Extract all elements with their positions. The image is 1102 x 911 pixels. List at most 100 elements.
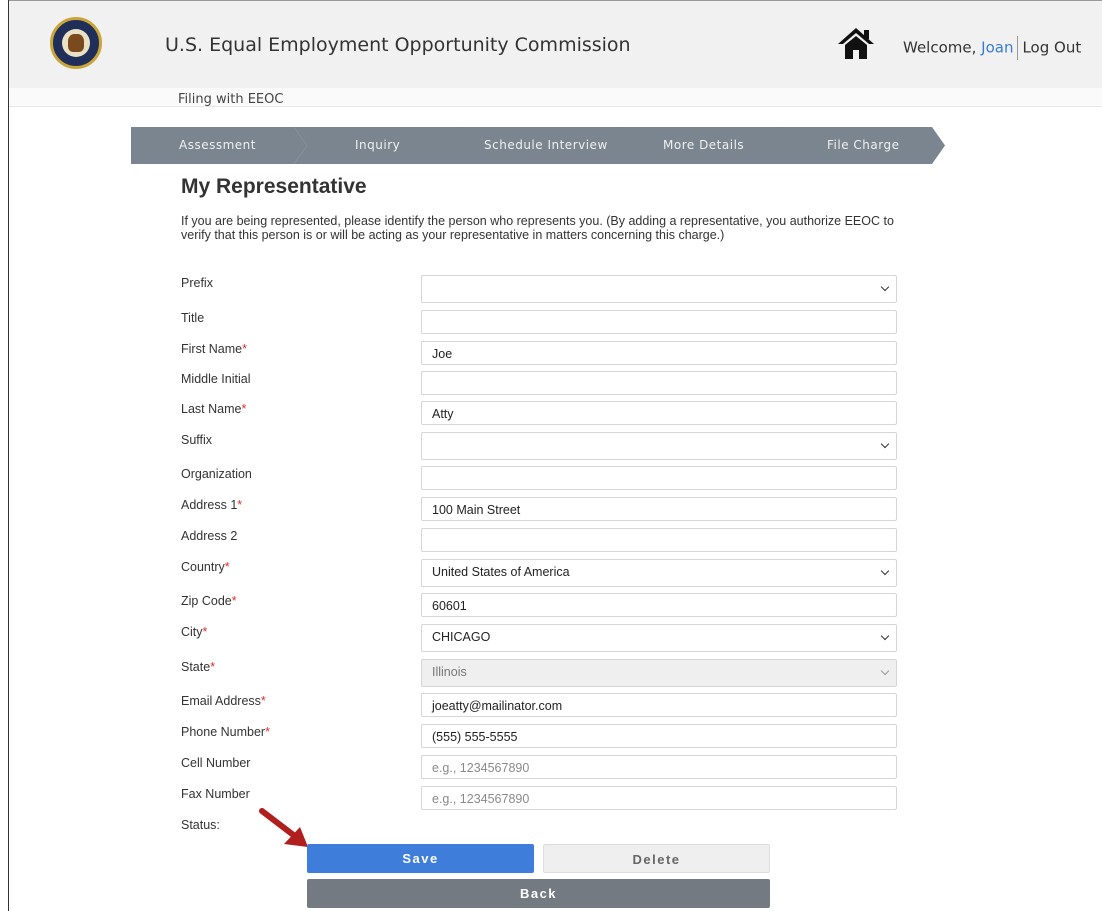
state-value: Illinois xyxy=(432,665,467,679)
fax-input[interactable]: e.g., 1234567890 xyxy=(421,786,897,810)
state-select: Illinois xyxy=(421,659,897,687)
first-name-label-text: First Name xyxy=(181,342,243,356)
step-label: More Details xyxy=(663,138,745,152)
fax-placeholder: e.g., 1234567890 xyxy=(432,792,530,806)
required-marker: * xyxy=(242,342,247,356)
middle-initial-row: Middle Initial xyxy=(0,370,1102,398)
title-input[interactable] xyxy=(421,310,897,334)
status-row: Status: xyxy=(0,816,1102,844)
last-name-label-text: Last Name xyxy=(181,402,242,416)
back-button[interactable]: Back xyxy=(307,879,770,908)
welcome-text: Welcome, xyxy=(903,38,982,57)
phone-row: Phone Number* (555) 555-5555 xyxy=(0,723,1102,751)
first-name-input[interactable]: Joe xyxy=(421,341,897,365)
phone-label-text: Phone Number xyxy=(181,725,266,739)
address2-label: Address 2 xyxy=(181,529,238,543)
fax-label: Fax Number xyxy=(181,787,250,801)
suffix-label: Suffix xyxy=(181,433,213,447)
progress-steps: Assessment Inquiry Schedule Interview Mo… xyxy=(131,127,947,164)
cell-input[interactable]: e.g., 1234567890 xyxy=(421,755,897,779)
city-label-text: City xyxy=(181,625,203,639)
email-value: joeatty@mailinator.com xyxy=(432,699,563,713)
eagle-icon xyxy=(68,34,84,52)
state-label: State* xyxy=(181,660,215,674)
country-label: Country* xyxy=(181,560,230,574)
step-file-charge[interactable]: File Charge xyxy=(782,127,947,164)
address1-value: 100 Main Street xyxy=(432,503,521,517)
delete-button[interactable]: Delete xyxy=(543,844,770,873)
required-marker: * xyxy=(260,694,266,708)
email-input[interactable]: joeatty@mailinator.com xyxy=(421,693,897,717)
save-button[interactable]: Save xyxy=(307,844,534,873)
filing-breadcrumb: Filing with EEOC xyxy=(178,92,284,107)
required-marker: * xyxy=(231,594,237,608)
required-marker: * xyxy=(237,498,243,512)
status-label: Status: xyxy=(181,818,220,832)
step-schedule-interview[interactable]: Schedule Interview xyxy=(456,127,634,164)
step-label: Schedule Interview xyxy=(484,138,608,152)
step-label: Inquiry xyxy=(355,138,401,152)
header-divider xyxy=(1017,36,1019,60)
step-more-details[interactable]: More Details xyxy=(619,127,797,164)
last-name-row: Last Name* Atty xyxy=(0,400,1102,428)
country-value: United States of America xyxy=(432,565,570,579)
country-label-text: Country xyxy=(181,560,225,574)
agency-name: U.S. Equal Employment Opportunity Commis… xyxy=(165,34,631,56)
welcome-area: Welcome, Joan Log Out xyxy=(903,36,1081,60)
prefix-label: Prefix xyxy=(181,276,213,290)
prefix-select[interactable] xyxy=(421,275,897,303)
city-value: CHICAGO xyxy=(432,630,491,644)
city-row: City* CHICAGO xyxy=(0,623,1102,652)
red-arrow-annotation xyxy=(259,808,308,847)
intro-text: If you are being represented, please ide… xyxy=(181,214,894,242)
step-inquiry[interactable]: Inquiry xyxy=(294,127,472,164)
middle-initial-input[interactable] xyxy=(421,371,897,395)
first-name-value: Joe xyxy=(432,347,453,361)
last-name-value: Atty xyxy=(432,407,454,421)
address2-row: Address 2 xyxy=(0,527,1102,555)
country-row: Country* United States of America xyxy=(0,558,1102,587)
step-label: Assessment xyxy=(179,138,256,152)
last-name-label: Last Name* xyxy=(181,402,246,416)
state-label-text: State xyxy=(181,660,211,674)
organization-input[interactable] xyxy=(421,466,897,490)
step-assessment[interactable]: Assessment xyxy=(131,127,309,164)
phone-value: (555) 555-5555 xyxy=(432,730,518,744)
fax-row: Fax Number e.g., 1234567890 xyxy=(0,785,1102,813)
zip-input[interactable]: 60601 xyxy=(421,593,897,617)
home-icon[interactable] xyxy=(836,26,876,60)
address2-input[interactable] xyxy=(421,528,897,552)
email-label: Email Address* xyxy=(181,694,266,708)
prefix-row: Prefix xyxy=(0,274,1102,303)
logout-link[interactable]: Log Out xyxy=(1022,39,1081,57)
phone-input[interactable]: (555) 555-5555 xyxy=(421,724,897,748)
cell-row: Cell Number e.g., 1234567890 xyxy=(0,754,1102,782)
user-name-link[interactable]: Joan xyxy=(981,39,1013,57)
required-marker: * xyxy=(202,625,208,639)
last-name-input[interactable]: Atty xyxy=(421,401,897,425)
organization-row: Organization xyxy=(0,465,1102,493)
address1-label: Address 1* xyxy=(181,498,242,512)
country-select[interactable]: United States of America xyxy=(421,559,897,587)
first-name-label: First Name* xyxy=(181,342,247,356)
sub-header xyxy=(9,88,1102,107)
organization-label: Organization xyxy=(181,467,252,481)
title-label: Title xyxy=(181,311,205,325)
state-row: State* Illinois xyxy=(0,658,1102,687)
address1-label-text: Address 1 xyxy=(181,498,238,512)
required-marker: * xyxy=(241,402,247,416)
page-title: My Representative xyxy=(181,175,367,198)
city-select[interactable]: CHICAGO xyxy=(421,624,897,652)
middle-initial-label: Middle Initial xyxy=(181,372,251,386)
email-row: Email Address* joeatty@mailinator.com xyxy=(0,692,1102,720)
cell-label: Cell Number xyxy=(181,756,251,770)
required-marker: * xyxy=(224,560,230,574)
city-label: City* xyxy=(181,625,207,639)
suffix-select[interactable] xyxy=(421,432,897,460)
zip-label-text: Zip Code xyxy=(181,594,232,608)
zip-value: 60601 xyxy=(432,599,467,613)
address1-input[interactable]: 100 Main Street xyxy=(421,497,897,521)
title-row: Title xyxy=(0,309,1102,337)
address1-row: Address 1* 100 Main Street xyxy=(0,496,1102,524)
eeoc-seal-logo[interactable] xyxy=(50,17,102,69)
